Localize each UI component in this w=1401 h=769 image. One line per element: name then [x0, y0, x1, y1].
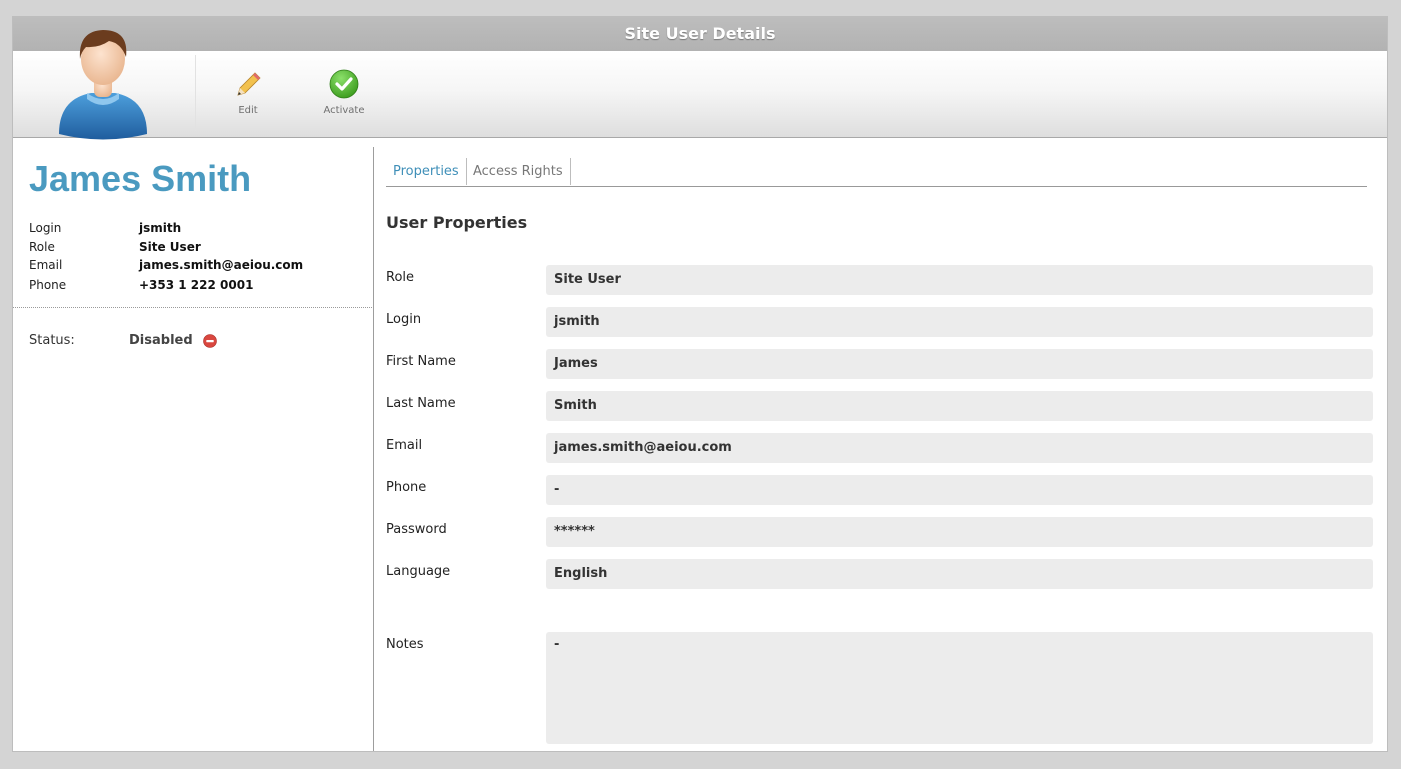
- info-value: +353 1 222 0001: [139, 278, 254, 292]
- pencil-icon: [233, 69, 263, 99]
- property-label-email: Email: [386, 438, 423, 453]
- info-login: Login jsmith: [29, 221, 181, 235]
- user-properties-panel: Properties Access Rights User Properties…: [374, 138, 1387, 751]
- info-label: Login: [29, 221, 62, 235]
- edit-button[interactable]: Edit: [208, 69, 288, 116]
- activate-button[interactable]: Activate: [304, 69, 384, 116]
- property-label-notes: Notes: [386, 637, 424, 652]
- status-value: Disabled: [129, 333, 193, 348]
- tab-properties[interactable]: Properties: [386, 158, 467, 185]
- info-label: Phone: [29, 278, 67, 292]
- property-value-role: Site User: [546, 265, 1373, 295]
- property-label-last-name: Last Name: [386, 396, 456, 411]
- info-value: Site User: [139, 240, 201, 254]
- info-value: james.smith@aeiou.com: [139, 258, 304, 272]
- property-value-first-name: James: [546, 349, 1373, 379]
- toolbar-separator: [195, 55, 196, 131]
- info-phone: Phone +353 1 222 0001: [29, 278, 253, 292]
- property-value-login: jsmith: [546, 307, 1373, 337]
- info-label: Email: [29, 258, 63, 272]
- check-circle-icon: [329, 69, 359, 99]
- tab-bar: Properties Access Rights: [386, 158, 1367, 187]
- property-value-last-name: Smith: [546, 391, 1373, 421]
- user-summary-panel: James Smith Login jsmith Role Site User Em…: [13, 138, 374, 751]
- user-full-name: James Smith: [29, 158, 252, 199]
- info-role: Role Site User: [29, 240, 201, 254]
- property-value-language: English: [546, 559, 1373, 589]
- disabled-icon: [202, 333, 217, 348]
- user-avatar-icon: [43, 21, 163, 141]
- property-label-role: Role: [386, 270, 415, 285]
- property-value-email: james.smith@aeiou.com: [546, 433, 1373, 463]
- property-label-phone: Phone: [386, 480, 427, 495]
- user-details-window: Site User Details Edit Activate James Sm…: [12, 16, 1388, 752]
- status-label: Status:: [29, 333, 75, 348]
- status-row: Status: Disabled: [29, 333, 217, 348]
- info-label: Role: [29, 240, 55, 254]
- toolbar: Edit Activate: [13, 30, 1387, 140]
- summary-divider: [13, 307, 374, 308]
- info-email: Email james.smith@aeiou.com: [29, 258, 303, 272]
- tab-access-rights[interactable]: Access Rights: [466, 158, 571, 185]
- section-title: User Properties: [386, 213, 528, 232]
- property-value-notes: -: [546, 632, 1373, 744]
- property-label-language: Language: [386, 564, 451, 579]
- property-label-first-name: First Name: [386, 354, 456, 369]
- window-title: Site User Details: [13, 17, 1387, 51]
- property-value-password: ******: [546, 517, 1373, 547]
- edit-label: Edit: [238, 105, 258, 116]
- activate-label: Activate: [323, 105, 365, 116]
- property-label-password: Password: [386, 522, 447, 537]
- property-value-phone: -: [546, 475, 1373, 505]
- property-label-login: Login: [386, 312, 422, 327]
- info-value: jsmith: [139, 221, 182, 235]
